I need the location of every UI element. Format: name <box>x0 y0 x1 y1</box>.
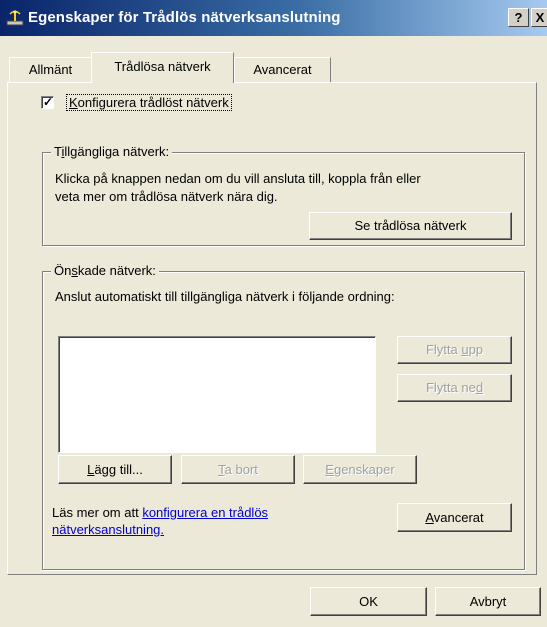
learn-more-text: Läs mer om att konfigurera en trådlös nä… <box>52 505 269 537</box>
preferred-networks-description: Anslut automatiskt till tillgängliga nät… <box>55 289 395 304</box>
learn-more-link[interactable]: konfigurera en trådlös <box>142 505 268 520</box>
preferred-networks-list[interactable] <box>58 336 376 453</box>
configure-wireless-label[interactable]: Konfigurera trådlöst nätverk <box>66 94 232 111</box>
properties-dialog: Egenskaper för Trådlös nätverksanslutnin… <box>0 0 547 627</box>
remove-network-button: Ta bort <box>181 455 295 484</box>
configure-wireless-checkbox[interactable]: ✓ <box>41 95 54 109</box>
advanced-button[interactable]: Avancerat <box>397 503 512 532</box>
cancel-button[interactable]: Avbryt <box>435 587 541 616</box>
learn-more-link-cont[interactable]: nätverksanslutning. <box>52 522 164 537</box>
checkmark-icon: ✓ <box>43 95 54 109</box>
network-properties-button: Egenskaper <box>303 455 417 484</box>
move-up-button: Flytta upp <box>397 336 512 364</box>
view-wireless-networks-button[interactable]: Se trådlösa nätverk <box>309 212 512 240</box>
available-networks-legend: Tillgängliga nätverk: <box>51 144 173 159</box>
add-network-button[interactable]: Lägg till... <box>58 455 172 484</box>
ok-button[interactable]: OK <box>310 587 427 616</box>
available-networks-text-2: veta mer om trådlösa nätverk nära dig. <box>55 189 278 204</box>
move-down-button: Flytta ned <box>397 374 512 402</box>
preferred-networks-legend: Önskade nätverk: <box>51 263 159 278</box>
available-networks-text-1: Klicka på knappen nedan om du vill anslu… <box>55 171 421 186</box>
